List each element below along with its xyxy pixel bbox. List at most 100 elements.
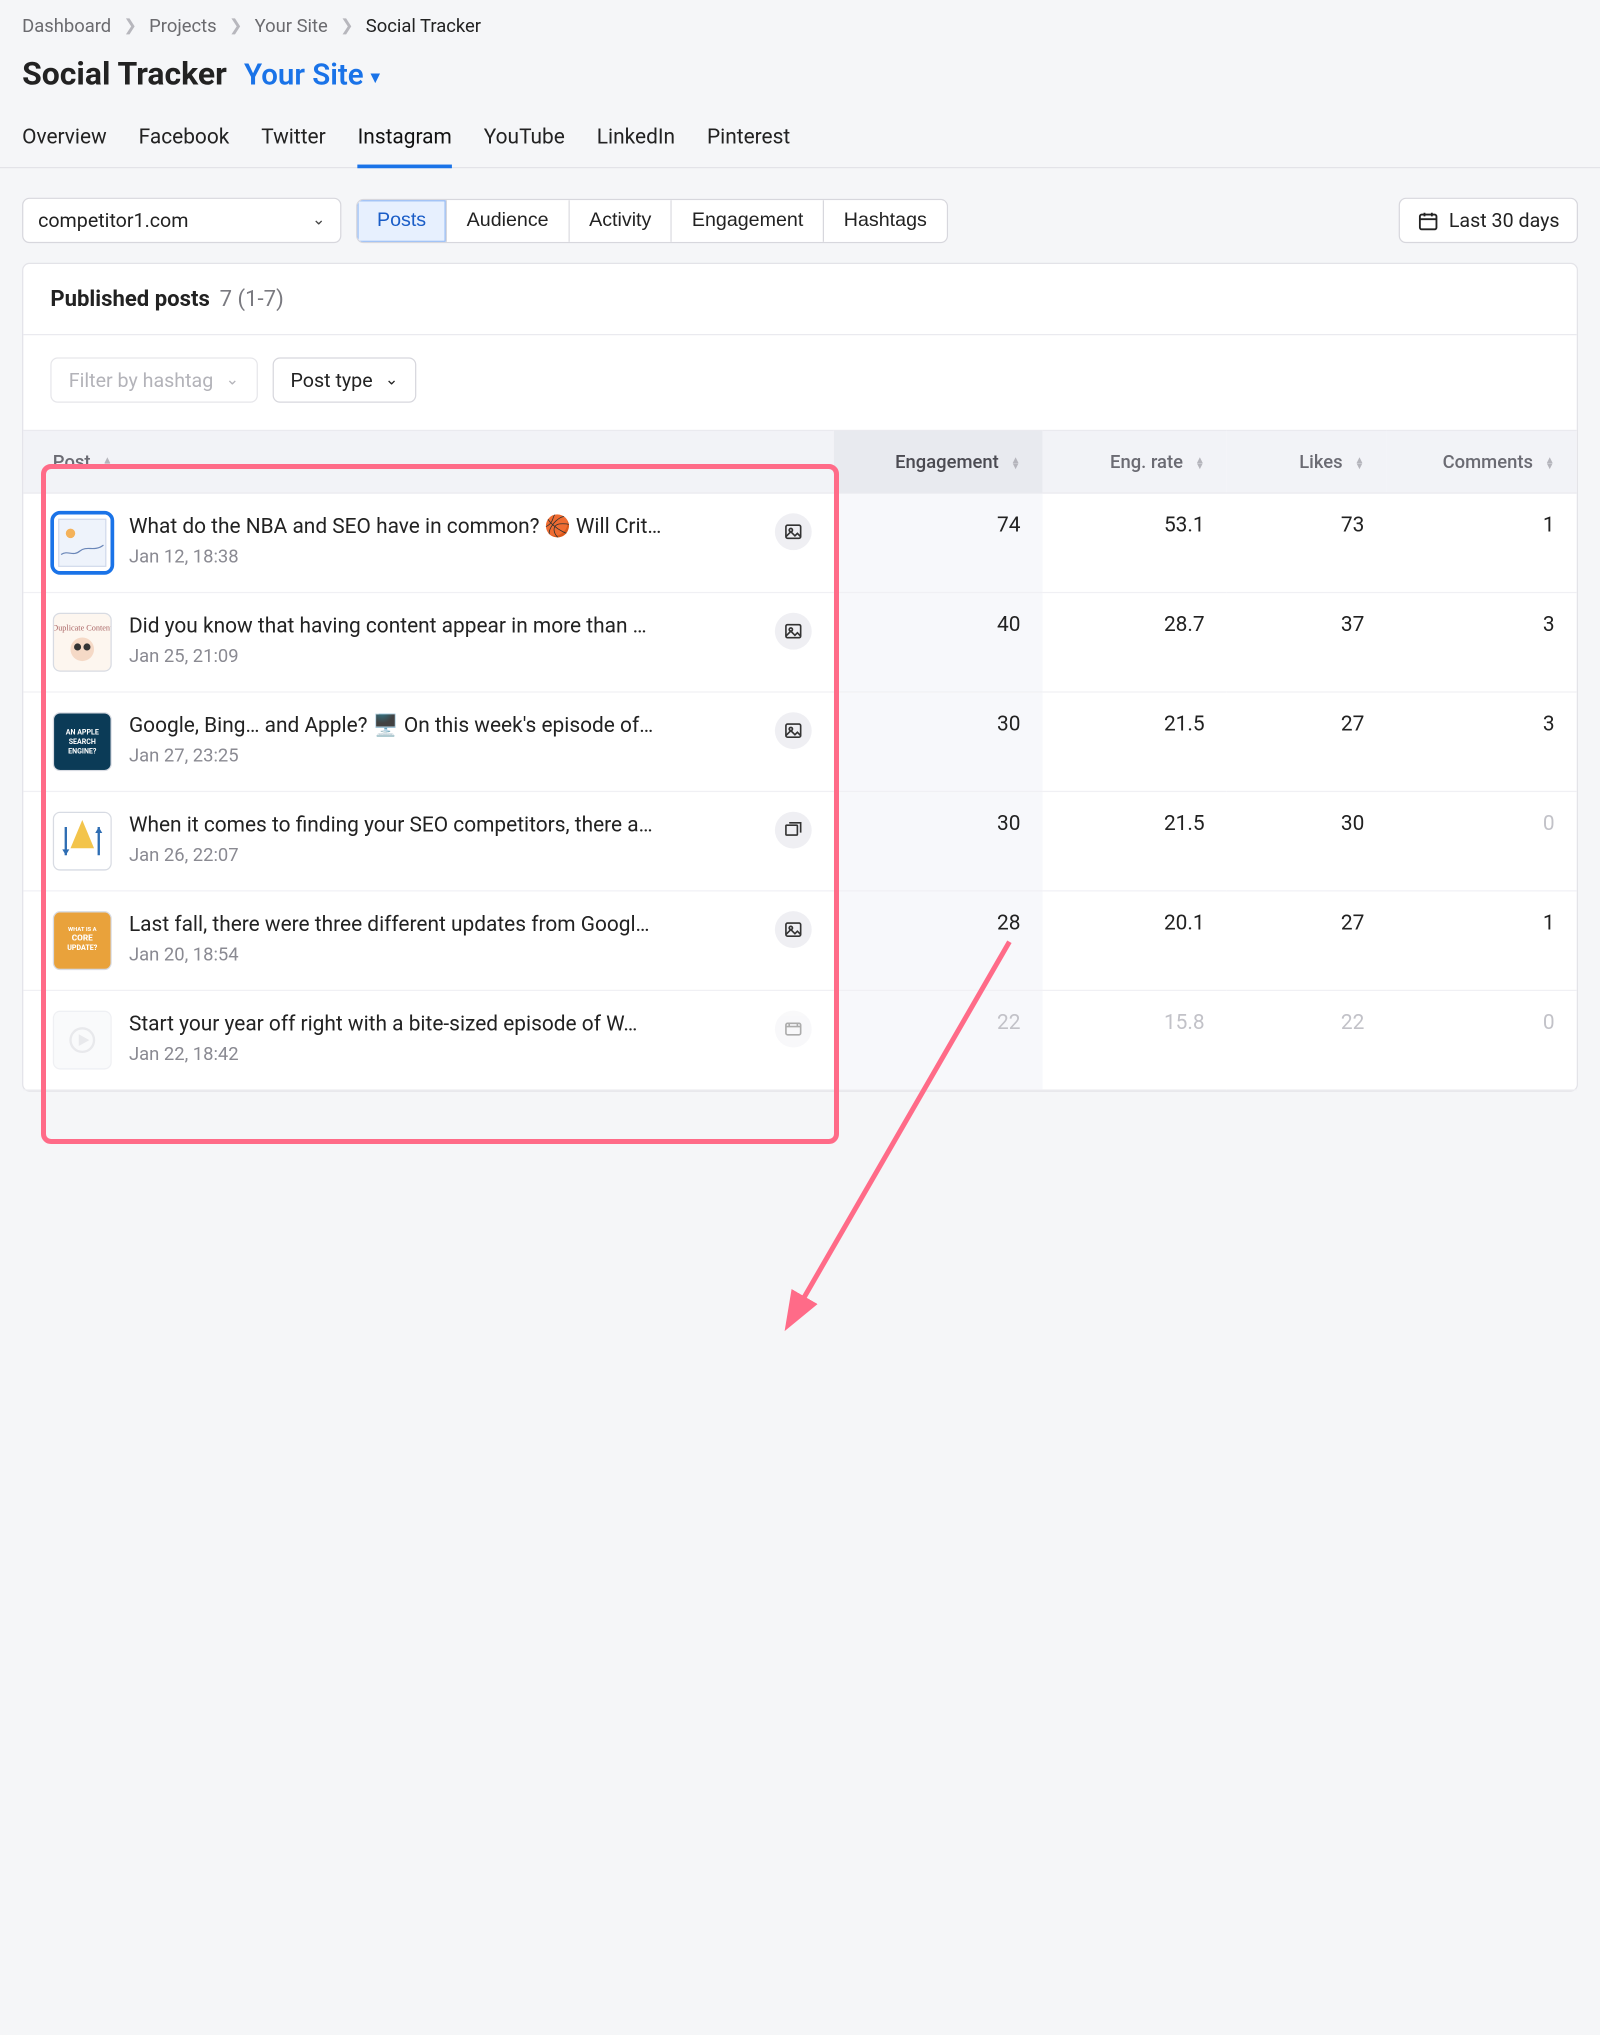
post-date: Jan 27, 23:25 — [129, 744, 758, 766]
panel-title: Published posts — [50, 286, 209, 312]
breadcrumb-item[interactable]: Projects — [149, 15, 217, 37]
svg-text:Duplicate Content: Duplicate Content — [54, 623, 110, 632]
col-post[interactable]: Post ▲▼ — [23, 430, 833, 493]
post-type-icon — [775, 613, 812, 650]
cell-likes: 22 — [1227, 990, 1387, 1089]
post-date: Jan 26, 22:07 — [129, 844, 758, 866]
published-posts-panel: Published posts 7 (1-7) Filter by hashta… — [22, 263, 1578, 1092]
cell-comments: 3 — [1386, 692, 1576, 791]
cell-likes: 30 — [1227, 791, 1387, 890]
filter-hashtag[interactable]: Filter by hashtag ⌄ — [50, 357, 257, 402]
calendar-icon — [1417, 209, 1439, 231]
post-title: Google, Bing… and Apple? 🖥️ On this week… — [129, 712, 731, 739]
svg-text:ENGINE?: ENGINE? — [68, 746, 97, 755]
sort-icon: ▲▼ — [102, 457, 112, 468]
post-date: Jan 12, 18:38 — [129, 545, 758, 567]
tab-linkedin[interactable]: LinkedIn — [597, 118, 675, 168]
post-type-icon — [775, 911, 812, 948]
chevron-down-icon: ⌄ — [226, 371, 239, 389]
cell-likes: 27 — [1227, 692, 1387, 791]
tab-facebook[interactable]: Facebook — [139, 118, 230, 168]
chevron-down-icon: ⌄ — [312, 211, 325, 229]
competitor-selected: competitor1.com — [38, 209, 188, 232]
breadcrumb-item[interactable]: Your Site — [255, 15, 328, 37]
posts-table: Post ▲▼ Engagement ▲▼ Eng. rate ▲▼ Likes… — [23, 430, 1576, 1091]
tab-pinterest[interactable]: Pinterest — [707, 118, 790, 168]
cell-likes: 37 — [1227, 593, 1387, 692]
site-dropdown[interactable]: Your Site ▾ — [244, 58, 380, 92]
post-thumbnail[interactable]: WHAT IS ACOREUPDATE? — [53, 911, 112, 970]
cell-engagement: 22 — [834, 990, 1043, 1089]
post-thumbnail[interactable] — [53, 812, 112, 871]
svg-text:WHAT IS A: WHAT IS A — [68, 927, 97, 933]
chevron-down-icon: ⌄ — [385, 371, 398, 389]
cell-comments: 1 — [1386, 493, 1576, 592]
sort-icon: ▲▼ — [1355, 457, 1365, 468]
filter-posttype-label: Post type — [291, 368, 373, 391]
table-row[interactable]: AN APPLESEARCHENGINE? Google, Bing… and … — [23, 692, 1576, 791]
segment-audience[interactable]: Audience — [447, 200, 569, 242]
network-tabs: Overview Facebook Twitter Instagram YouT… — [0, 118, 1600, 168]
page-title: Social Tracker — [22, 56, 227, 93]
tab-twitter[interactable]: Twitter — [261, 118, 325, 168]
cell-eng-rate: 21.5 — [1043, 692, 1227, 791]
cell-comments: 0 — [1386, 791, 1576, 890]
cell-comments: 1 — [1386, 891, 1576, 990]
segment-hashtags[interactable]: Hashtags — [824, 200, 946, 242]
post-type-icon — [775, 712, 812, 749]
svg-text:UPDATE?: UPDATE? — [67, 943, 97, 952]
tab-youtube[interactable]: YouTube — [484, 118, 565, 168]
filter-post-type[interactable]: Post type ⌄ — [272, 357, 417, 402]
sort-icon: ▲▼ — [1195, 457, 1205, 468]
tab-overview[interactable]: Overview — [22, 118, 107, 168]
cell-engagement: 28 — [834, 891, 1043, 990]
competitor-dropdown[interactable]: competitor1.com ⌄ — [22, 198, 341, 243]
post-date: Jan 22, 18:42 — [129, 1043, 758, 1065]
cell-eng-rate: 53.1 — [1043, 493, 1227, 592]
col-likes[interactable]: Likes ▲▼ — [1227, 430, 1387, 493]
chevron-right-icon: ❯ — [123, 17, 136, 35]
svg-text:SEARCH: SEARCH — [69, 737, 96, 746]
segment-posts[interactable]: Posts — [357, 200, 447, 242]
chevron-right-icon: ❯ — [229, 17, 242, 35]
cell-eng-rate: 20.1 — [1043, 891, 1227, 990]
post-title: Last fall, there were three different up… — [129, 911, 731, 938]
chevron-down-icon: ▾ — [371, 68, 380, 88]
date-range-button[interactable]: Last 30 days — [1398, 198, 1577, 243]
site-name: Your Site — [244, 58, 364, 92]
col-comments[interactable]: Comments ▲▼ — [1386, 430, 1576, 493]
chevron-right-icon: ❯ — [340, 17, 353, 35]
sort-icon: ▲▼ — [1011, 457, 1021, 468]
post-thumbnail[interactable] — [53, 513, 112, 572]
cell-comments: 0 — [1386, 990, 1576, 1089]
panel-count: 7 (1-7) — [220, 286, 284, 312]
table-row[interactable]: When it comes to finding your SEO compet… — [23, 791, 1576, 890]
segment-activity[interactable]: Activity — [569, 200, 672, 242]
filter-hashtag-label: Filter by hashtag — [69, 368, 214, 391]
post-date: Jan 25, 21:09 — [129, 645, 758, 667]
cell-likes: 73 — [1227, 493, 1387, 592]
table-row[interactable]: Start your year off right with a bite-si… — [23, 990, 1576, 1089]
post-type-icon — [775, 812, 812, 849]
table-row[interactable]: WHAT IS ACOREUPDATE? Last fall, there we… — [23, 891, 1576, 990]
table-row[interactable]: Duplicate Content Did you know that havi… — [23, 593, 1576, 692]
cell-likes: 27 — [1227, 891, 1387, 990]
cell-engagement: 40 — [834, 593, 1043, 692]
post-title: Start your year off right with a bite-si… — [129, 1011, 731, 1038]
svg-text:AN APPLE: AN APPLE — [66, 728, 99, 737]
post-thumbnail[interactable] — [53, 1011, 112, 1070]
cell-comments: 3 — [1386, 593, 1576, 692]
segment-engagement[interactable]: Engagement — [672, 200, 824, 242]
col-engagement[interactable]: Engagement ▲▼ — [834, 430, 1043, 493]
cell-eng-rate: 28.7 — [1043, 593, 1227, 692]
breadcrumb: Dashboard ❯ Projects ❯ Your Site ❯ Socia… — [0, 0, 1600, 39]
cell-engagement: 30 — [834, 791, 1043, 890]
breadcrumb-item[interactable]: Dashboard — [22, 15, 111, 37]
col-eng-rate[interactable]: Eng. rate ▲▼ — [1043, 430, 1227, 493]
section-segmented: Posts Audience Activity Engagement Hasht… — [356, 198, 948, 242]
post-title: When it comes to finding your SEO compet… — [129, 812, 731, 839]
post-thumbnail[interactable]: AN APPLESEARCHENGINE? — [53, 712, 112, 771]
tab-instagram[interactable]: Instagram — [358, 118, 452, 168]
table-row[interactable]: What do the NBA and SEO have in common? … — [23, 493, 1576, 592]
post-thumbnail[interactable]: Duplicate Content — [53, 613, 112, 672]
